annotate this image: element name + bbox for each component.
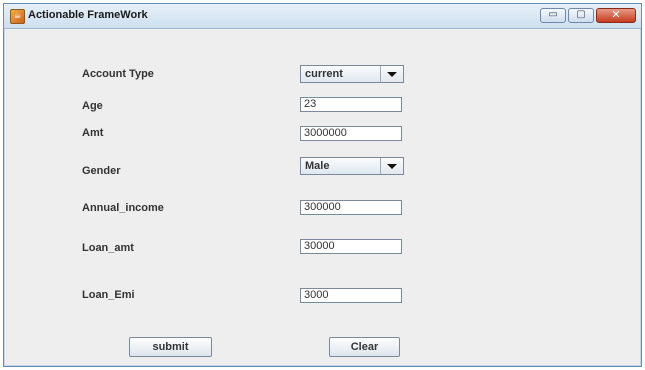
app-window: ☕ Actionable FrameWork ▭ ▢ ✕ Account Typ… <box>3 3 642 367</box>
gender-select[interactable]: Male <box>300 157 404 175</box>
window-title: Actionable FrameWork <box>28 9 148 21</box>
gender-label: Gender <box>82 165 121 177</box>
maximize-button[interactable]: ▢ <box>568 8 594 23</box>
title-bar[interactable]: ☕ Actionable FrameWork ▭ ▢ ✕ <box>4 4 641 29</box>
chevron-down-icon[interactable] <box>380 66 403 82</box>
account-type-label: Account Type <box>82 68 154 80</box>
chevron-down-icon[interactable] <box>380 158 403 174</box>
annual-income-field[interactable]: 300000 <box>300 200 402 215</box>
loan-emi-field[interactable]: 3000 <box>300 288 402 303</box>
amt-label: Amt <box>82 127 104 139</box>
java-app-icon: ☕ <box>10 9 25 24</box>
account-type-value: current <box>305 68 343 80</box>
submit-button[interactable]: submit <box>129 337 212 357</box>
account-type-select[interactable]: current <box>300 65 404 83</box>
age-label: Age <box>82 100 103 112</box>
age-field[interactable]: 23 <box>300 97 402 112</box>
clear-button[interactable]: Clear <box>329 337 400 357</box>
gender-value: Male <box>305 160 330 172</box>
close-button[interactable]: ✕ <box>596 8 636 23</box>
amt-field[interactable]: 3000000 <box>300 126 402 141</box>
minimize-button[interactable]: ▭ <box>540 8 566 23</box>
loan-emi-label: Loan_Emi <box>82 289 135 301</box>
loan-amt-label: Loan_amt <box>82 242 134 254</box>
annual-income-label: Annual_income <box>82 202 164 214</box>
loan-amt-field[interactable]: 30000 <box>300 239 402 254</box>
